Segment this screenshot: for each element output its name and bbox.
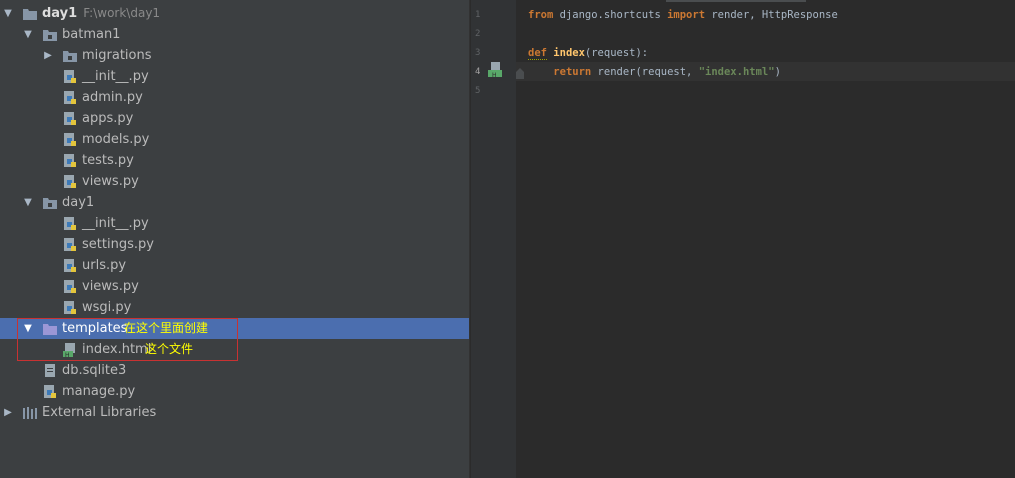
tree-root-day1[interactable]: ▼ day1 F:\work\day1	[0, 3, 469, 24]
python-file-icon	[62, 153, 78, 169]
keyword: from	[528, 9, 554, 21]
code-line-1: from django.shortcuts import render, Htt…	[528, 9, 838, 21]
line-number: 3	[475, 48, 481, 58]
tree-item-label: __init__.py	[82, 216, 149, 231]
tree-item-label: apps.py	[82, 111, 134, 126]
python-file-icon	[62, 111, 78, 127]
keyword: import	[667, 9, 706, 21]
expand-arrow-icon[interactable]: ▼	[22, 24, 34, 45]
tree-item-label: manage.py	[62, 384, 136, 399]
code-editor[interactable]: 1 2 3 4 5 H from django.shortcuts import…	[471, 0, 1015, 478]
expand-arrow-icon[interactable]: ▼	[22, 192, 34, 213]
collapse-arrow-icon[interactable]: ▶	[2, 402, 14, 423]
tree-item-file[interactable]: __init__.py	[0, 213, 469, 234]
tree-item-label: db.sqlite3	[62, 363, 127, 378]
tree-item-label: models.py	[82, 132, 150, 147]
python-file-icon	[62, 132, 78, 148]
tree-item-batman1[interactable]: ▼ batman1	[0, 24, 469, 45]
annotation-box	[17, 318, 238, 361]
python-file-icon	[62, 69, 78, 85]
folder-icon	[42, 27, 58, 43]
code-line-4: return render(request, "index.html")	[528, 66, 781, 78]
root-path: F:\work\day1	[83, 6, 161, 20]
python-file-icon	[62, 279, 78, 295]
python-file-icon	[62, 216, 78, 232]
tree-item-file[interactable]: models.py	[0, 129, 469, 150]
tree-item-label: day1	[62, 195, 95, 210]
tree-item-file[interactable]: admin.py	[0, 87, 469, 108]
tree-item-label: __init__.py	[82, 69, 149, 84]
tree-item-file[interactable]: __init__.py	[0, 66, 469, 87]
tree-item-label: wsgi.py	[82, 300, 132, 315]
tree-item-label: settings.py	[82, 237, 154, 252]
svg-text:H: H	[492, 72, 497, 78]
line-number: 5	[475, 86, 481, 96]
parameters: (request):	[584, 47, 649, 59]
editor-tab-indicator	[666, 0, 806, 2]
tree-item-label: views.py	[82, 279, 139, 294]
folder-icon	[22, 6, 38, 22]
tree-item-label: batman1	[62, 27, 121, 42]
tree-item-external-libraries[interactable]: ▶ External Libraries	[0, 402, 469, 423]
python-file-icon	[62, 237, 78, 253]
tree-item-file[interactable]: apps.py	[0, 108, 469, 129]
tree-item-label: migrations	[82, 48, 152, 63]
keyword: return	[553, 66, 592, 78]
tree-item-file[interactable]: urls.py	[0, 255, 469, 276]
string-literal: "index.html"	[698, 66, 775, 78]
tree-item-file[interactable]: db.sqlite3	[0, 360, 469, 381]
import-names: render, HttpResponse	[705, 9, 838, 21]
closing-paren: )	[774, 66, 781, 78]
tree-item-file[interactable]: settings.py	[0, 234, 469, 255]
project-tree-panel: ▼ day1 F:\work\day1 ▼ batman1 ▶ migration…	[0, 0, 469, 478]
folder-icon	[62, 48, 78, 64]
tree-item-label: admin.py	[82, 90, 143, 105]
module-name: django.shortcuts	[553, 9, 668, 21]
python-file-icon	[62, 90, 78, 106]
root-name: day1	[42, 6, 78, 21]
bookmark-icon[interactable]	[515, 65, 525, 79]
python-file-icon	[62, 258, 78, 274]
folder-icon	[42, 195, 58, 211]
tree-item-file[interactable]: wsgi.py	[0, 297, 469, 318]
tree-item-migrations[interactable]: ▶ migrations	[0, 45, 469, 66]
line-number: 2	[475, 29, 481, 39]
tree-item-file[interactable]: manage.py	[0, 381, 469, 402]
function-call: render(request,	[591, 66, 699, 78]
function-name: index	[553, 47, 585, 59]
tree-item-label: External Libraries	[42, 405, 157, 420]
database-file-icon	[42, 363, 58, 379]
python-file-icon	[62, 174, 78, 190]
python-file-icon	[62, 300, 78, 316]
tree-item-file[interactable]: views.py	[0, 276, 469, 297]
code-line-3: def index(request):	[528, 47, 649, 60]
tree-item-label: views.py	[82, 174, 139, 189]
tree-item-label: tests.py	[82, 153, 134, 168]
python-file-icon	[42, 384, 58, 400]
keyword: def	[528, 47, 547, 60]
tree-item-label: urls.py	[82, 258, 127, 273]
library-icon	[22, 405, 38, 421]
html-template-marker-icon[interactable]: H	[488, 62, 506, 79]
collapse-arrow-icon[interactable]: ▶	[42, 45, 54, 66]
tree-item-file[interactable]: views.py	[0, 171, 469, 192]
tree-item-day1[interactable]: ▼ day1	[0, 192, 469, 213]
expand-arrow-icon[interactable]: ▼	[2, 3, 14, 24]
line-number: 1	[475, 10, 481, 20]
tree-item-file[interactable]: tests.py	[0, 150, 469, 171]
